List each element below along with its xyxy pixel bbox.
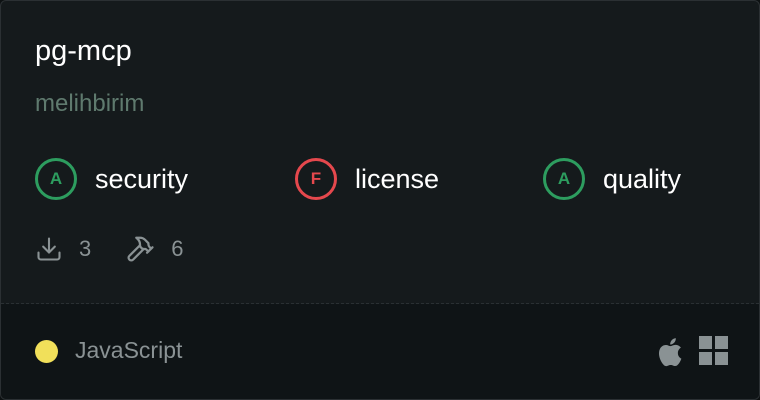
quality-grade-label: quality — [603, 163, 682, 194]
card-title[interactable]: pg-mcp — [35, 35, 132, 68]
license-grade-badge: F — [295, 158, 337, 200]
license-grade: F license — [295, 156, 439, 202]
language-color-dot — [35, 340, 58, 363]
downloads-count: 3 — [79, 236, 92, 261]
security-grade-label: security — [95, 163, 189, 194]
server-card[interactable]: pg-mcp melihbirim A security F license A… — [0, 0, 760, 400]
download-icon — [35, 235, 63, 263]
apple-icon — [655, 335, 683, 374]
tools-stat: 6 — [125, 234, 184, 264]
card-owner[interactable]: melihbirim — [35, 90, 144, 118]
hammer-icon — [125, 234, 155, 264]
quality-grade: A quality — [543, 156, 681, 202]
security-grade: A security — [35, 156, 188, 202]
card-footer: JavaScript — [1, 304, 759, 399]
license-grade-label: license — [355, 163, 440, 194]
language-name: JavaScript — [75, 337, 183, 363]
tools-count: 6 — [171, 236, 184, 261]
stats-row: 3 6 — [35, 233, 218, 265]
quality-grade-badge: A — [543, 158, 585, 200]
downloads-stat: 3 — [35, 235, 91, 263]
security-grade-badge: A — [35, 158, 77, 200]
windows-icon — [699, 336, 728, 370]
grade-row: A security F license A quality — [35, 156, 735, 202]
